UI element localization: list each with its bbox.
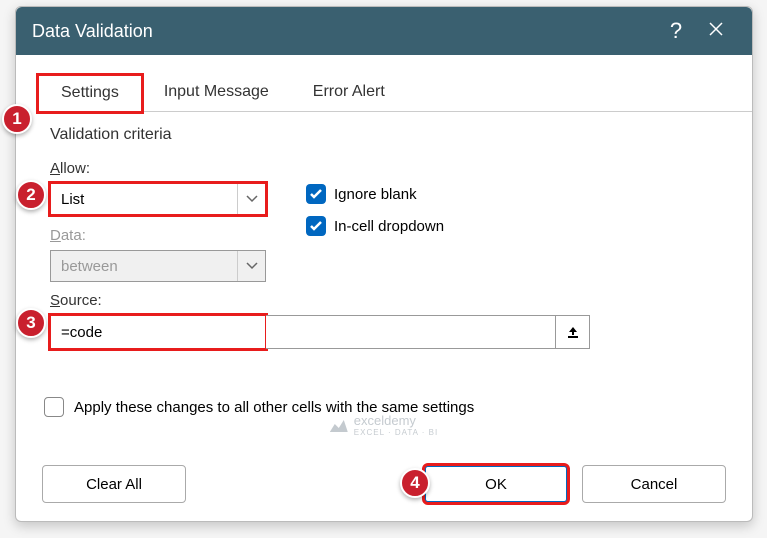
dialog-footer: Clear All OK Cancel	[16, 465, 752, 503]
clear-all-button[interactable]: Clear All	[42, 465, 186, 503]
callout-4: 4	[400, 468, 430, 498]
chevron-down-icon	[237, 184, 265, 214]
titlebar: Data Validation ?	[16, 7, 752, 55]
callout-1: 1	[2, 104, 32, 134]
source-label: Source:	[50, 292, 726, 309]
incell-dropdown-checkbox[interactable]: In-cell dropdown	[306, 216, 444, 236]
callout-2: 2	[16, 180, 46, 210]
checkbox-checked-icon	[306, 216, 326, 236]
data-value: between	[51, 258, 237, 275]
collapse-dialog-icon	[566, 325, 580, 339]
tab-input-message[interactable]: Input Message	[142, 75, 291, 111]
tab-strip: Settings Input Message Error Alert	[38, 75, 752, 112]
validation-criteria-group: Validation criteria Allow: List Data: be…	[50, 126, 726, 349]
data-label: Data:	[50, 227, 266, 244]
chevron-down-icon	[237, 251, 265, 281]
help-button[interactable]: ?	[656, 18, 696, 44]
watermark: exceldemy EXCEL · DATA · BI	[330, 413, 438, 437]
allow-dropdown[interactable]: List	[50, 183, 266, 215]
source-input-extension[interactable]	[266, 315, 556, 349]
cancel-button[interactable]: Cancel	[582, 465, 726, 503]
range-picker-button[interactable]	[556, 315, 590, 349]
tab-settings[interactable]: Settings	[38, 75, 142, 112]
ignore-blank-label: Ignore blank	[334, 186, 417, 203]
source-input[interactable]	[50, 315, 266, 349]
checkbox-unchecked-icon	[44, 397, 64, 417]
ok-button[interactable]: OK	[424, 465, 568, 503]
criteria-heading: Validation criteria	[50, 126, 726, 144]
allow-label: Allow:	[50, 160, 266, 177]
dialog-title: Data Validation	[32, 21, 656, 42]
callout-3: 3	[16, 308, 46, 338]
tab-error-alert[interactable]: Error Alert	[291, 75, 407, 111]
checkbox-checked-icon	[306, 184, 326, 204]
data-dropdown: between	[50, 250, 266, 282]
ignore-blank-checkbox[interactable]: Ignore blank	[306, 184, 444, 204]
allow-value: List	[51, 191, 237, 208]
watermark-icon	[330, 418, 348, 432]
data-validation-dialog: Data Validation ? Settings Input Message…	[15, 6, 753, 522]
close-icon	[708, 21, 724, 37]
close-button[interactable]	[696, 21, 736, 42]
incell-dropdown-label: In-cell dropdown	[334, 218, 444, 235]
